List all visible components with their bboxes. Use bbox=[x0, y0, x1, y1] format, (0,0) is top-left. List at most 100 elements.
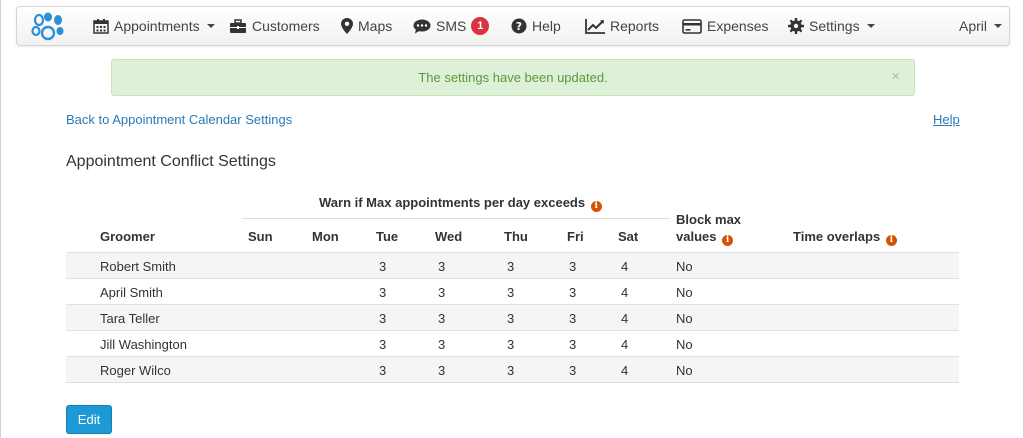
info-circle-icon[interactable]: i bbox=[590, 201, 602, 212]
caret-down-icon bbox=[994, 24, 1003, 28]
nav-label: SMS bbox=[436, 18, 467, 34]
block-max-cell: No bbox=[676, 285, 693, 300]
max-appointments-cell: 3 bbox=[507, 337, 515, 352]
day-header-sun: Sun bbox=[248, 229, 273, 244]
back-to-calendar-settings-link[interactable]: Back to Appointment Calendar Settings bbox=[66, 112, 292, 127]
nav-label: Appointments bbox=[114, 18, 200, 34]
warn-max-header: Warn if Max appointments per day exceeds… bbox=[319, 195, 602, 212]
max-appointments-cell: 3 bbox=[379, 259, 387, 274]
map-marker-icon bbox=[341, 18, 353, 34]
block-max-header: Block max values i bbox=[676, 211, 741, 246]
max-appointments-cell: 3 bbox=[507, 259, 515, 274]
table-row: Tara Teller 3 3 3 3 4 No bbox=[66, 304, 959, 330]
info-circle-icon[interactable]: i bbox=[885, 235, 897, 246]
nav-settings[interactable]: Settings bbox=[788, 7, 875, 45]
calendar-icon bbox=[93, 19, 109, 34]
day-header-mon: Mon bbox=[312, 229, 339, 244]
nav-label: Customers bbox=[252, 18, 320, 34]
svg-text:?: ? bbox=[516, 20, 522, 33]
max-appointments-cell: 3 bbox=[379, 285, 387, 300]
groomer-name: April Smith bbox=[100, 285, 163, 300]
nav-sms[interactable]: SMS 1 bbox=[413, 7, 490, 45]
navbar: Appointments Customers Maps SMS 1 ? Help… bbox=[16, 6, 1010, 46]
block-max-cell: No bbox=[676, 259, 693, 274]
max-appointments-cell: 3 bbox=[507, 285, 515, 300]
credit-card-icon bbox=[682, 18, 702, 34]
day-header-fri: Fri bbox=[567, 229, 584, 244]
day-header-thu: Thu bbox=[504, 229, 528, 244]
max-appointments-cell: 3 bbox=[569, 311, 577, 326]
max-appointments-cell: 3 bbox=[569, 259, 577, 274]
max-appointments-cell: 3 bbox=[438, 363, 446, 378]
nav-customers[interactable]: Customers bbox=[229, 7, 320, 45]
page-title: Appointment Conflict Settings bbox=[66, 153, 276, 170]
max-appointments-cell: 3 bbox=[379, 363, 387, 378]
max-appointments-cell: 3 bbox=[569, 285, 577, 300]
question-circle-icon: ? bbox=[511, 18, 527, 34]
max-appointments-cell: 4 bbox=[621, 259, 629, 274]
block-max-cell: No bbox=[676, 363, 693, 378]
max-appointments-cell: 4 bbox=[621, 337, 629, 352]
nav-label: Maps bbox=[358, 18, 393, 34]
divider bbox=[66, 382, 959, 383]
divider bbox=[242, 218, 670, 219]
time-overlaps-header: Time overlaps i bbox=[793, 229, 897, 246]
max-appointments-cell: 3 bbox=[379, 337, 387, 352]
max-appointments-cell: 4 bbox=[621, 311, 629, 326]
max-appointments-cell: 3 bbox=[379, 311, 387, 326]
nav-reports[interactable]: Reports bbox=[585, 7, 659, 45]
day-header-tue: Tue bbox=[376, 229, 399, 244]
warn-max-header-label: Warn if Max appointments per day exceeds bbox=[319, 195, 586, 210]
nav-label: Reports bbox=[610, 18, 660, 34]
max-appointments-cell: 4 bbox=[621, 363, 629, 378]
max-appointments-cell: 3 bbox=[438, 259, 446, 274]
day-header-wed: Wed bbox=[435, 229, 463, 244]
groomer-name: Robert Smith bbox=[100, 259, 176, 274]
max-appointments-cell: 4 bbox=[621, 285, 629, 300]
close-icon[interactable]: × bbox=[891, 69, 900, 85]
day-header-sat: Sat bbox=[618, 229, 639, 244]
block-max-cell: No bbox=[676, 337, 693, 352]
groomer-name: Jill Washington bbox=[100, 337, 187, 352]
nav-maps[interactable]: Maps bbox=[341, 7, 392, 45]
nav-help[interactable]: ? Help bbox=[511, 7, 561, 45]
block-max-header-line2: values bbox=[676, 229, 717, 244]
groomer-name: Roger Wilco bbox=[100, 363, 171, 378]
block-max-cell: No bbox=[676, 311, 693, 326]
edit-button[interactable]: Edit bbox=[66, 405, 112, 434]
table-row: Jill Washington 3 3 3 3 4 No bbox=[66, 330, 959, 356]
info-circle-icon[interactable]: i bbox=[722, 235, 734, 246]
comment-icon bbox=[413, 19, 431, 33]
max-appointments-cell: 3 bbox=[569, 363, 577, 378]
caret-down-icon bbox=[866, 24, 875, 28]
groomer-name: Tara Teller bbox=[100, 311, 160, 326]
max-appointments-cell: 3 bbox=[569, 337, 577, 352]
cog-icon bbox=[788, 18, 804, 34]
help-link[interactable]: Help bbox=[933, 112, 960, 127]
nav-label: Expenses bbox=[707, 18, 769, 34]
paw-icon[interactable] bbox=[31, 12, 65, 42]
table-row: Robert Smith 3 3 3 3 4 No bbox=[66, 252, 959, 278]
nav-label: Settings bbox=[809, 18, 860, 34]
caret-down-icon bbox=[206, 24, 215, 28]
line-chart-icon bbox=[585, 18, 605, 34]
max-appointments-cell: 3 bbox=[438, 311, 446, 326]
success-alert: The settings have been updated. × bbox=[111, 59, 915, 96]
nav-label: Help bbox=[532, 18, 561, 34]
max-appointments-cell: 3 bbox=[438, 285, 446, 300]
groomer-header: Groomer bbox=[100, 229, 155, 244]
app-frame: Appointments Customers Maps SMS 1 ? Help… bbox=[0, 0, 1024, 438]
time-overlaps-header-label: Time overlaps bbox=[793, 229, 881, 244]
nav-appointments[interactable]: Appointments bbox=[93, 7, 215, 45]
max-appointments-cell: 3 bbox=[507, 311, 515, 326]
briefcase-icon bbox=[230, 18, 246, 33]
alert-message: The settings have been updated. bbox=[418, 70, 608, 85]
nav-expenses[interactable]: Expenses bbox=[682, 7, 768, 45]
user-name: April bbox=[959, 18, 988, 34]
max-appointments-cell: 3 bbox=[507, 363, 515, 378]
table-row: April Smith 3 3 3 3 4 No bbox=[66, 278, 959, 304]
table-row: Roger Wilco 3 3 3 3 4 No bbox=[66, 356, 959, 382]
max-appointments-cell: 3 bbox=[438, 337, 446, 352]
user-menu[interactable]: April bbox=[959, 7, 1003, 45]
sms-count-badge: 1 bbox=[471, 17, 490, 35]
